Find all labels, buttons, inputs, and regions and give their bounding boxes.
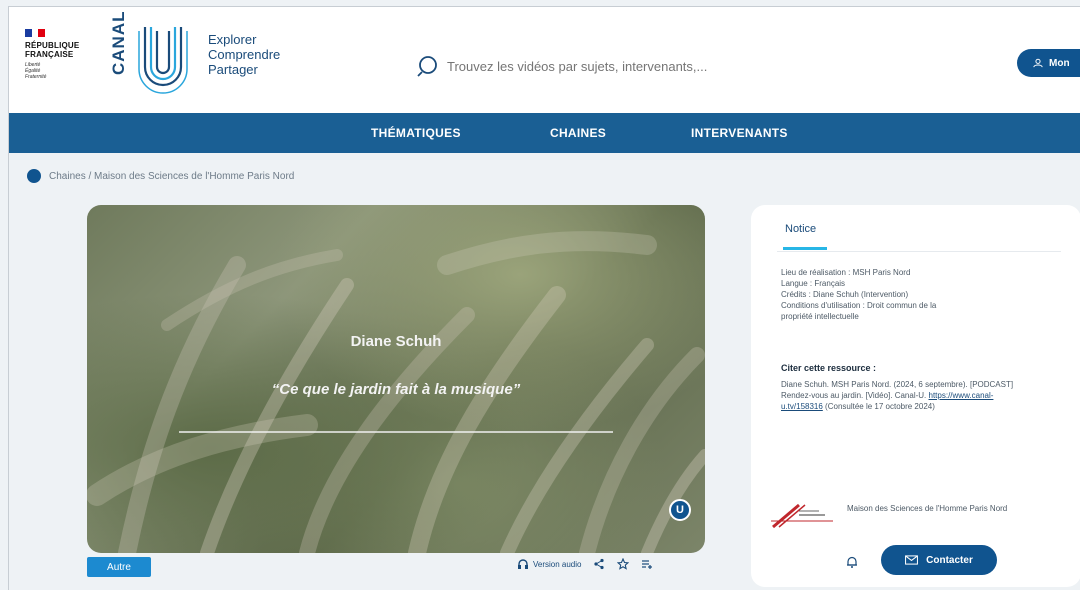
brand-tagline: Explorer Comprendre Partager bbox=[208, 32, 280, 77]
cite-title: Citer cette ressource : bbox=[781, 363, 877, 373]
favorite-star-icon[interactable] bbox=[617, 558, 630, 570]
notice-divider bbox=[777, 251, 1061, 252]
tagline-line-1: Explorer bbox=[208, 32, 257, 47]
tab-active-indicator bbox=[783, 247, 827, 250]
video-divider bbox=[179, 431, 613, 433]
org-name[interactable]: Maison des Sciences de l'Homme Paris Nor… bbox=[847, 503, 1057, 514]
cite-consulted: (Consultée le 17 octobre 2024) bbox=[825, 402, 935, 411]
site-header: RÉPUBLIQUE FRANÇAISE Liberté Égalité Fra… bbox=[9, 7, 1080, 113]
share-icon[interactable] bbox=[593, 558, 605, 570]
contact-button[interactable]: Contacter bbox=[881, 545, 997, 575]
video-quote: “Ce que le jardin fait à la musique” bbox=[271, 381, 521, 398]
nav-thematiques[interactable]: THÉMATIQUES bbox=[371, 126, 461, 140]
nav-intervenants[interactable]: INTERVENANTS bbox=[691, 126, 788, 140]
account-button[interactable]: Mon bbox=[1017, 49, 1080, 77]
category-tag[interactable]: Autre bbox=[87, 557, 151, 577]
search-bar[interactable] bbox=[417, 51, 817, 81]
user-icon bbox=[1033, 58, 1043, 68]
tagline-line-3: Partager bbox=[208, 62, 258, 77]
audio-version-label: Version audio bbox=[533, 559, 582, 569]
notice-info: Lieu de réalisation : MSH Paris Nord Lan… bbox=[781, 267, 1031, 322]
rf-title-line-1: RÉPUBLIQUE bbox=[25, 41, 80, 50]
contact-button-label: Contacter bbox=[926, 554, 973, 566]
french-flag-icon bbox=[25, 29, 46, 37]
info-line-language: Langue : Français bbox=[781, 279, 846, 288]
republique-francaise-logo[interactable]: RÉPUBLIQUE FRANÇAISE Liberté Égalité Fra… bbox=[25, 29, 95, 80]
search-icon[interactable] bbox=[417, 54, 441, 78]
canal-wordmark: CANAL bbox=[109, 10, 128, 76]
main-nav: THÉMATIQUES CHAINES INTERVENANTS bbox=[9, 113, 1080, 153]
account-button-label: Mon bbox=[1049, 57, 1070, 69]
nav-chaines[interactable]: CHAINES bbox=[550, 126, 606, 140]
headphones-icon bbox=[518, 559, 528, 569]
rf-motto: Liberté Égalité Fraternité bbox=[25, 62, 95, 80]
breadcrumb-text[interactable]: Chaines / Maison des Sciences de l'Homme… bbox=[49, 171, 294, 182]
page: RÉPUBLIQUE FRANÇAISE Liberté Égalité Fra… bbox=[8, 6, 1080, 590]
msh-paris-nord-logo[interactable] bbox=[769, 501, 835, 529]
grass-background-image bbox=[87, 231, 705, 553]
home-icon[interactable] bbox=[27, 169, 41, 183]
tagline-line-2: Comprendre bbox=[208, 47, 281, 62]
search-input[interactable] bbox=[447, 58, 807, 74]
notice-panel: Notice Lieu de réalisation : MSH Paris N… bbox=[751, 205, 1080, 587]
audio-version-button[interactable]: Version audio bbox=[517, 558, 581, 570]
add-to-playlist-icon[interactable] bbox=[641, 558, 653, 570]
canal-u-badge-icon: U bbox=[669, 499, 691, 521]
rf-title-line-2: FRANÇAISE bbox=[25, 50, 74, 59]
bell-icon[interactable] bbox=[845, 555, 859, 569]
info-line-credits: Crédits : Diane Schuh (Intervention) bbox=[781, 290, 909, 299]
mail-icon bbox=[905, 555, 919, 565]
tab-notice[interactable]: Notice bbox=[785, 223, 816, 235]
cite-text: Diane Schuh. MSH Paris Nord. (2024, 6 se… bbox=[781, 379, 1031, 412]
info-line-conditions-cont: propriété intellectuelle bbox=[781, 312, 859, 321]
breadcrumb: Chaines / Maison des Sciences de l'Homme… bbox=[27, 169, 294, 183]
video-speaker-name: Diane Schuh bbox=[350, 333, 442, 350]
video-player[interactable]: Diane Schuh “Ce que le jardin fait à la … bbox=[87, 205, 705, 553]
rf-motto-line-3: Fraternité bbox=[25, 74, 47, 80]
info-line-location: Lieu de réalisation : MSH Paris Nord bbox=[781, 268, 911, 277]
video-tools: Version audio bbox=[517, 558, 653, 570]
info-line-conditions: Conditions d'utilisation : Droit commun … bbox=[781, 301, 937, 310]
